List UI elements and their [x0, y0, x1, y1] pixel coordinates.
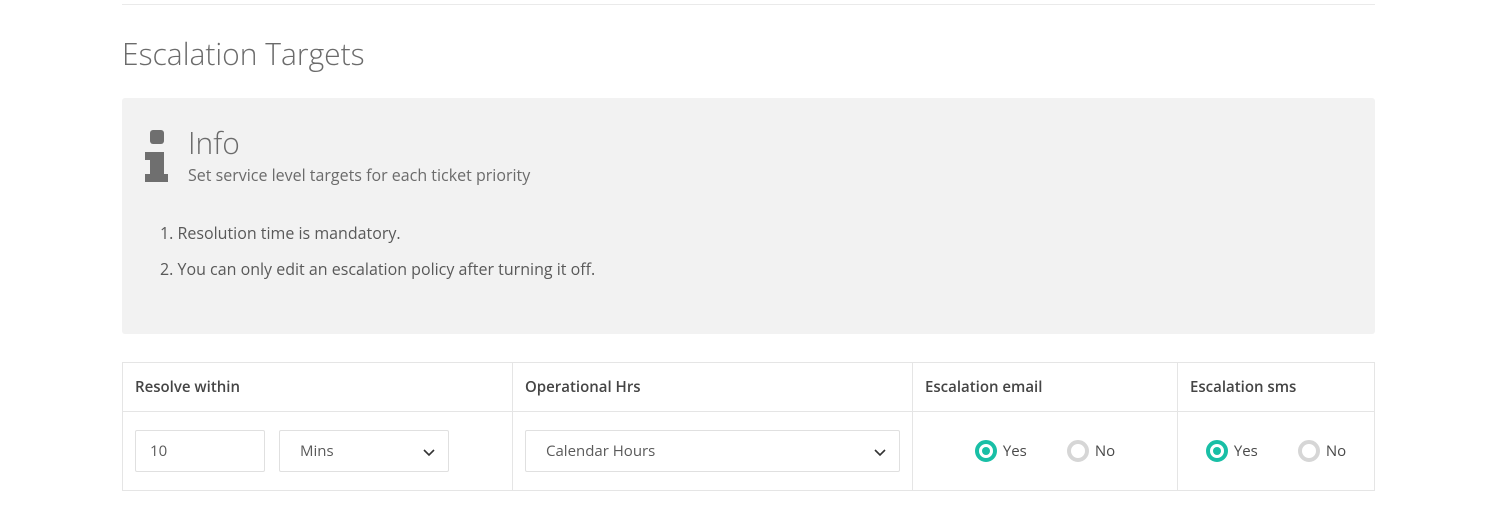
email-radio-group: Yes No: [925, 440, 1165, 462]
info-box: Info Set service level targets for each …: [122, 98, 1375, 334]
sms-no-label: No: [1326, 441, 1346, 461]
col-header-resolve: Resolve within: [123, 363, 513, 411]
resolve-value-input[interactable]: [135, 430, 265, 472]
info-list-item: 2. You can only edit an escalation polic…: [160, 258, 1355, 280]
sms-yes-label: Yes: [1234, 441, 1258, 461]
resolve-unit-select[interactable]: Mins: [279, 430, 449, 472]
info-subtitle: Set service level targets for each ticke…: [188, 164, 530, 186]
operational-hrs-select[interactable]: Calendar Hours: [525, 430, 900, 472]
sms-no-radio[interactable]: No: [1298, 440, 1346, 462]
email-yes-label: Yes: [1003, 441, 1027, 461]
sms-yes-radio[interactable]: Yes: [1206, 440, 1258, 462]
radio-selected-icon: [975, 440, 997, 462]
col-header-hrs: Operational Hrs: [513, 363, 913, 411]
radio-unselected-icon: [1067, 440, 1089, 462]
sms-radio-group: Yes No: [1190, 440, 1362, 462]
section-title: Escalation Targets: [122, 33, 1375, 74]
col-header-sms: Escalation sms: [1178, 363, 1374, 411]
table-header-row: Resolve within Operational Hrs Escalatio…: [123, 363, 1374, 412]
info-icon: [142, 130, 170, 186]
table-row: Mins Calendar Hours: [123, 412, 1374, 490]
email-no-label: No: [1095, 441, 1115, 461]
top-divider: [122, 4, 1375, 5]
info-list: 1. Resolution time is mandatory. 2. You …: [142, 222, 1355, 280]
info-list-item: 1. Resolution time is mandatory.: [160, 222, 1355, 244]
radio-selected-icon: [1206, 440, 1228, 462]
targets-table: Resolve within Operational Hrs Escalatio…: [122, 362, 1375, 491]
col-header-email: Escalation email: [913, 363, 1178, 411]
email-yes-radio[interactable]: Yes: [975, 440, 1027, 462]
radio-unselected-icon: [1298, 440, 1320, 462]
email-no-radio[interactable]: No: [1067, 440, 1115, 462]
info-title: Info: [188, 128, 530, 158]
